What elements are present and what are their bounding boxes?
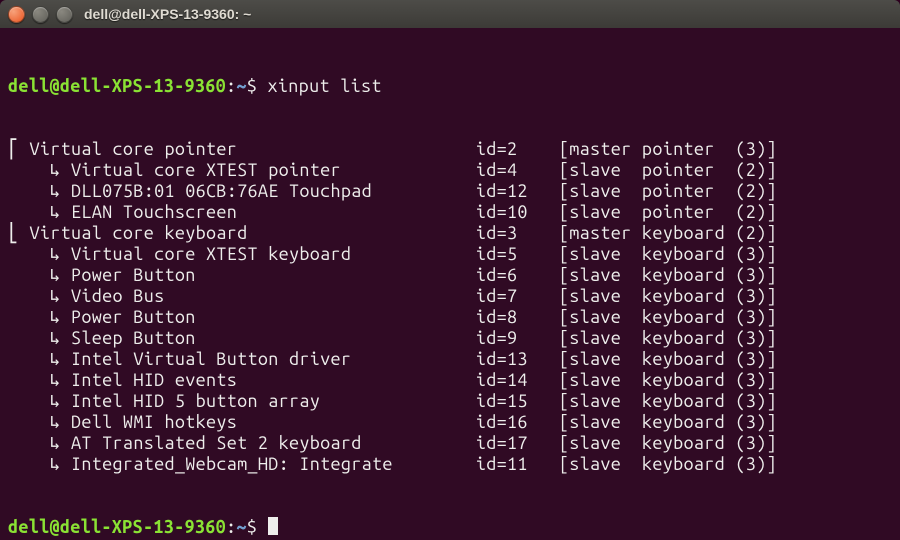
device-row: ↳ Dell WMI hotkeys id=16 [slave keyboard… [8, 412, 892, 433]
device-row: ↳ Virtual core XTEST pointer id=4 [slave… [8, 160, 892, 181]
command-text: xinput list [268, 76, 382, 96]
device-row: ↳ Sleep Button id=9 [slave keyboard (3)] [8, 328, 892, 349]
prompt-user-host: dell@dell-XPS-13-9360 [8, 517, 226, 537]
minimize-window-icon[interactable] [32, 6, 49, 23]
close-window-icon[interactable] [8, 6, 25, 23]
prompt-sigil: $ [247, 517, 257, 537]
prompt-user-host: dell@dell-XPS-13-9360 [8, 76, 226, 96]
device-row: ↳ Intel HID events id=14 [slave keyboard… [8, 370, 892, 391]
window-titlebar: dell@dell-XPS-13-9360: ~ [0, 0, 900, 28]
prompt-separator: : [226, 517, 236, 537]
terminal-viewport[interactable]: dell@dell-XPS-13-9360:~$ xinput list ⎡ V… [0, 28, 900, 540]
window-title: dell@dell-XPS-13-9360: ~ [84, 6, 251, 22]
device-row: ↳ DLL075B:01 06CB:76AE Touchpad id=12 [s… [8, 181, 892, 202]
prompt-line-idle: dell@dell-XPS-13-9360:~$ [8, 517, 892, 538]
prompt-line: dell@dell-XPS-13-9360:~$ xinput list [8, 76, 892, 97]
device-row: ↳ Integrated_Webcam_HD: Integrate id=11 … [8, 454, 892, 475]
maximize-window-icon[interactable] [56, 6, 73, 23]
device-row: ↳ Intel Virtual Button driver id=13 [sla… [8, 349, 892, 370]
device-row: ↳ Video Bus id=7 [slave keyboard (3)] [8, 286, 892, 307]
prompt-cwd: ~ [236, 76, 246, 96]
device-row: ↳ AT Translated Set 2 keyboard id=17 [sl… [8, 433, 892, 454]
device-row: ↳ Power Button id=8 [slave keyboard (3)] [8, 307, 892, 328]
device-row: ↳ ELAN Touchscreen id=10 [slave pointer … [8, 202, 892, 223]
device-row: ↳ Virtual core XTEST keyboard id=5 [slav… [8, 244, 892, 265]
prompt-sigil: $ [247, 76, 257, 96]
xinput-output: ⎡ Virtual core pointer id=2 [master poin… [8, 139, 892, 475]
device-row: ↳ Intel HID 5 button array id=15 [slave … [8, 391, 892, 412]
device-row: ⎡ Virtual core pointer id=2 [master poin… [8, 139, 892, 160]
prompt-cwd: ~ [236, 517, 246, 537]
cursor-icon [268, 517, 278, 535]
device-row: ↳ Power Button id=6 [slave keyboard (3)] [8, 265, 892, 286]
device-row: ⎣ Virtual core keyboard id=3 [master key… [8, 223, 892, 244]
prompt-separator: : [226, 76, 236, 96]
